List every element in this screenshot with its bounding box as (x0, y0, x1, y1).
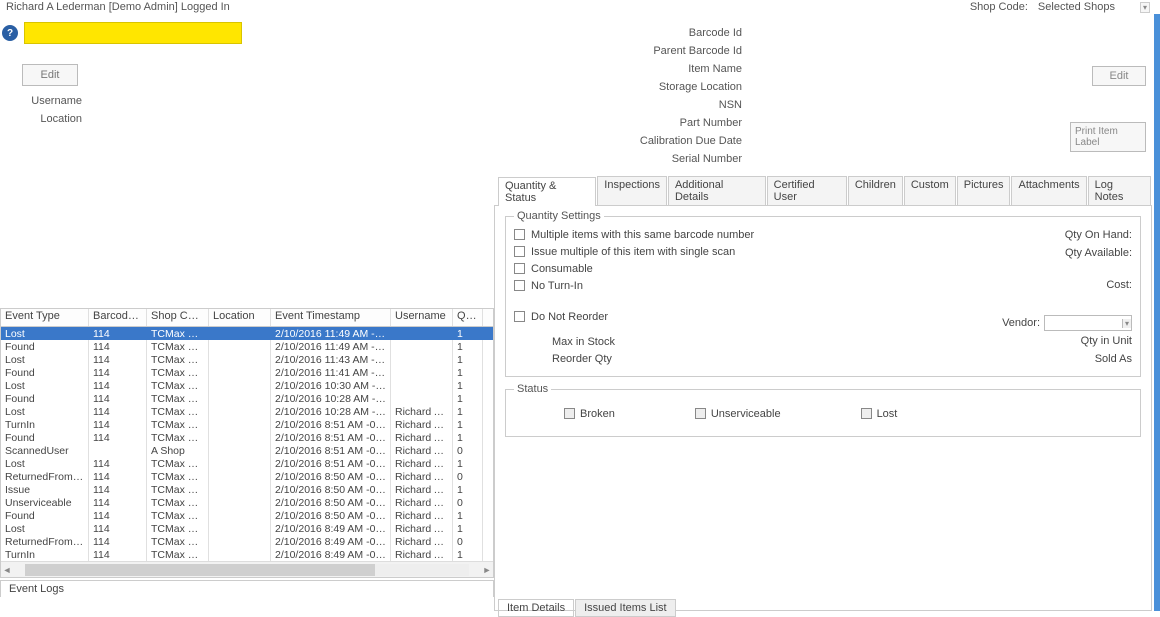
label-serial: Serial Number (498, 153, 748, 165)
table-row[interactable]: Found114TCMax Dem...2/10/2016 11:41 AM -… (1, 366, 493, 379)
col-barcode-id[interactable]: Barcode Id (89, 309, 147, 326)
table-row[interactable]: Lost114TCMax Dem...2/10/2016 10:30 AM -0… (1, 379, 493, 392)
tab-children[interactable]: Children (848, 176, 903, 205)
shop-code-label: Shop Code: (970, 1, 1028, 13)
location-label: Location (10, 113, 88, 125)
table-row[interactable]: Found114TCMax Dem...2/10/2016 11:49 AM -… (1, 340, 493, 353)
table-row[interactable]: Lost114TCMax Dem...2/10/2016 11:43 AM -0… (1, 353, 493, 366)
label-vendor: Vendor: (1002, 317, 1040, 329)
checkbox-no-turnin[interactable] (514, 280, 525, 291)
shop-code-select[interactable]: Selected Shops ▾ (1034, 1, 1154, 13)
label-issue-multi: Issue multiple of this item with single … (531, 246, 735, 258)
chevron-down-icon: ▾ (1140, 2, 1150, 13)
col-location[interactable]: Location (209, 309, 271, 326)
vendor-select[interactable]: ▾ (1044, 315, 1132, 331)
label-cost: Cost: (1106, 279, 1132, 291)
tab-inspections[interactable]: Inspections (597, 176, 667, 205)
events-header[interactable]: Event Type Barcode Id Shop Code Location… (1, 309, 493, 327)
quantity-settings-legend: Quantity Settings (514, 210, 604, 222)
scrollbar-right[interactable] (1154, 14, 1160, 611)
label-max-stock: Max in Stock (552, 336, 615, 348)
tab-pictures[interactable]: Pictures (957, 176, 1011, 205)
label-sold-as: Sold As (1095, 353, 1132, 365)
label-consumable: Consumable (531, 263, 593, 275)
tab-event-logs[interactable]: Event Logs (0, 580, 494, 597)
table-row[interactable]: Found114TCMax Dem...2/10/2016 10:28 AM -… (1, 392, 493, 405)
checkbox-broken[interactable] (564, 408, 575, 419)
logged-in-text: Richard A Lederman [Demo Admin] Logged I… (6, 1, 230, 13)
chevron-down-icon: ▾ (1122, 319, 1131, 328)
table-row[interactable]: Lost114TCMax Dem...2/10/2016 8:51 AM -05… (1, 457, 493, 470)
label-broken: Broken (580, 408, 615, 420)
table-row[interactable]: TurnIn114TCMax Dem...2/10/2016 8:51 AM -… (1, 418, 493, 431)
label-unserviceable: Unserviceable (711, 408, 781, 420)
checkbox-do-not-reorder[interactable] (514, 311, 525, 322)
label-parent-barcode: Parent Barcode Id (498, 45, 748, 57)
tab-attachments[interactable]: Attachments (1011, 176, 1086, 205)
col-shop-code[interactable]: Shop Code (147, 309, 209, 326)
table-row[interactable]: Found114TCMax Dem...2/10/2016 8:51 AM -0… (1, 431, 493, 444)
scroll-right-icon[interactable]: ► (481, 565, 493, 575)
table-row[interactable]: TurnIn114TCMax Dem...2/10/2016 8:49 AM -… (1, 548, 493, 561)
print-item-label-button[interactable]: Print Item Label (1070, 122, 1146, 152)
tab-certified-user[interactable]: Certified User (767, 176, 847, 205)
table-row[interactable]: ScannedUserA Shop2/10/2016 8:51 AM -05:0… (1, 444, 493, 457)
edit-button-left[interactable]: Edit (22, 64, 78, 86)
label-nsn: NSN (498, 99, 748, 111)
col-username[interactable]: Username (391, 309, 453, 326)
label-barcode-id: Barcode Id (498, 27, 748, 39)
label-qty-on-hand: Qty On Hand: (1065, 229, 1132, 241)
tab-quantity-status[interactable]: Quantity & Status (498, 177, 596, 206)
events-table: Event Type Barcode Id Shop Code Location… (0, 308, 494, 578)
table-row[interactable]: Lost114TCMax Dem...2/10/2016 11:49 AM -0… (1, 327, 493, 340)
tab-additional-details[interactable]: Additional Details (668, 176, 766, 205)
label-qty-in-unit: Qty in Unit (1081, 335, 1132, 347)
help-icon[interactable]: ? (2, 25, 18, 41)
table-row[interactable]: ReturnedFromBroken114TCMax Dem...2/10/20… (1, 535, 493, 548)
tab-item-details[interactable]: Item Details (498, 599, 574, 617)
label-do-not-reorder: Do Not Reorder (531, 311, 608, 323)
label-lost: Lost (877, 408, 898, 420)
label-storage-location: Storage Location (498, 81, 748, 93)
username-label: Username (10, 95, 88, 107)
table-row[interactable]: Unserviceable114TCMax Dem...2/10/2016 8:… (1, 496, 493, 509)
checkbox-consumable[interactable] (514, 263, 525, 274)
events-hscroll[interactable]: ◄ ► (1, 561, 493, 577)
tab-log-notes[interactable]: Log Notes (1088, 176, 1151, 205)
label-reorder-qty: Reorder Qty (552, 353, 612, 365)
table-row[interactable]: Lost114TCMax Dem...2/10/2016 10:28 AM -0… (1, 405, 493, 418)
status-fieldset: Status Broken Unserviceable Lost (505, 383, 1141, 437)
label-part-number: Part Number (498, 117, 748, 129)
label-item-name: Item Name (498, 63, 748, 75)
shop-code-value: Selected Shops (1038, 1, 1115, 13)
label-qty-available: Qty Available: (1065, 247, 1132, 259)
col-event-type[interactable]: Event Type (1, 309, 89, 326)
checkbox-issue-multi[interactable] (514, 246, 525, 257)
table-row[interactable]: ReturnedFromUnser...114TCMax Dem...2/10/… (1, 470, 493, 483)
label-cal-due: Calibration Due Date (498, 135, 748, 147)
edit-button-right[interactable]: Edit (1092, 66, 1146, 86)
scan-input[interactable] (24, 22, 242, 44)
status-legend: Status (514, 383, 551, 395)
item-tabs: Quantity & Status Inspections Additional… (494, 176, 1152, 206)
scroll-left-icon[interactable]: ◄ (1, 565, 13, 575)
label-no-turnin: No Turn-In (531, 280, 583, 292)
label-multi-barcode: Multiple items with this same barcode nu… (531, 229, 754, 241)
table-row[interactable]: Found114TCMax Dem...2/10/2016 8:50 AM -0… (1, 509, 493, 522)
col-timestamp[interactable]: Event Timestamp (271, 309, 391, 326)
tab-custom[interactable]: Custom (904, 176, 956, 205)
quantity-settings-fieldset: Quantity Settings Multiple items with th… (505, 210, 1141, 377)
table-row[interactable]: Issue114TCMax Dem...2/10/2016 8:50 AM -0… (1, 483, 493, 496)
col-quantity[interactable]: Quan (453, 309, 483, 326)
checkbox-multi-barcode[interactable] (514, 229, 525, 240)
checkbox-lost[interactable] (861, 408, 872, 419)
table-row[interactable]: Lost114TCMax Dem...2/10/2016 8:49 AM -05… (1, 522, 493, 535)
tab-issued-items-list[interactable]: Issued Items List (575, 599, 676, 617)
checkbox-unserviceable[interactable] (695, 408, 706, 419)
